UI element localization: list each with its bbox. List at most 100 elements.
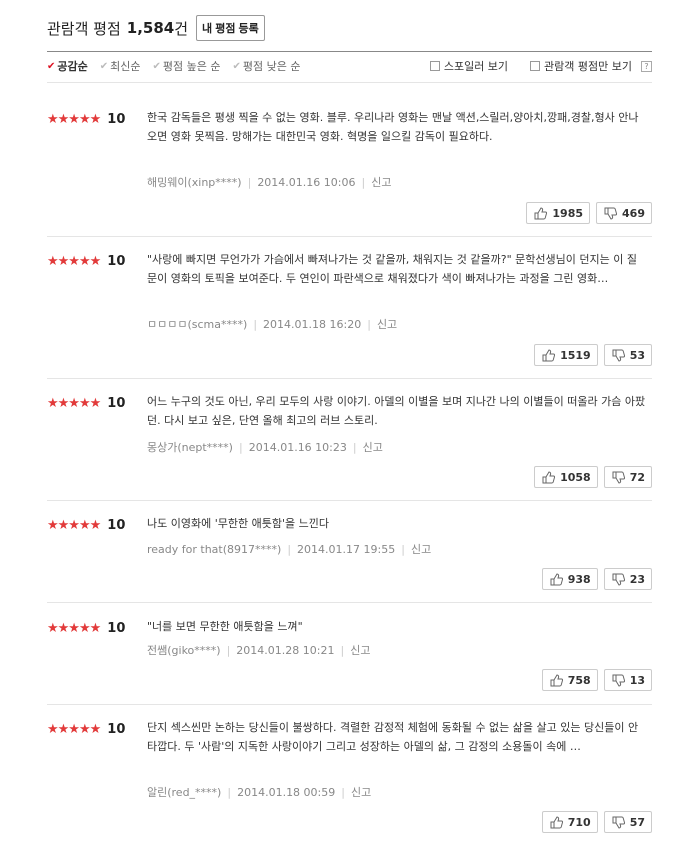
star-rating: ★★★★★ 10	[47, 722, 125, 737]
review-user[interactable]: 알린(red_****)	[147, 784, 221, 800]
vote-buttons: 938 23	[541, 568, 652, 590]
rating-title: 관람객 평점	[47, 19, 121, 38]
rating-score: 10	[107, 621, 126, 636]
review-meta: 해밍웨이(xinp****) | 2014.01.16 10:06 | 신고	[147, 174, 391, 190]
view-options: 스포일러 보기 관람객 평점만 보기 ?	[408, 58, 652, 74]
report-link[interactable]: 신고	[411, 541, 431, 557]
check-icon: ✔	[47, 60, 56, 72]
like-button[interactable]: 1985	[526, 202, 591, 224]
write-review-button[interactable]: 내 평점 등록	[196, 15, 265, 41]
dislike-count: 57	[629, 815, 645, 829]
dislike-count: 53	[629, 348, 645, 362]
meta-separator: |	[341, 785, 345, 799]
review-date: 2014.01.16 10:23	[248, 440, 347, 454]
star-rating: ★★★★★ 10	[47, 254, 125, 269]
option-label: 스포일러 보기	[443, 60, 509, 73]
sort-by-likes[interactable]: ✔ 공감순	[47, 58, 88, 74]
sort-by-rating-high[interactable]: ✔ 평점 높은 순	[153, 58, 221, 74]
review-user[interactable]: ㅁㅁㅁㅁ(scma****)	[147, 316, 247, 332]
like-count: 938	[567, 572, 591, 586]
option-label: 관람객 평점만 보기	[544, 60, 632, 73]
report-link[interactable]: 신고	[371, 174, 391, 190]
like-button[interactable]: 1058	[534, 466, 598, 488]
star-rating: ★★★★★ 10	[47, 112, 125, 127]
thumbs-down-icon	[612, 674, 625, 687]
sort-options: ✔ 공감순 ✔ 최신순 ✔ 평점 높은 순 ✔ 평점 낮은 순	[47, 58, 313, 74]
spoiler-checkbox[interactable]: 스포일러 보기	[429, 58, 509, 74]
rating-count-unit: 건	[174, 19, 189, 38]
like-count: 758	[567, 673, 591, 687]
rating-header: 관람객 평점 1,584 건 내 평점 등록	[47, 14, 265, 42]
dislike-count: 23	[629, 572, 645, 586]
like-button[interactable]: 1519	[534, 344, 598, 366]
sort-label: 평점 높은 순	[162, 60, 221, 73]
dislike-button[interactable]: 13	[603, 669, 652, 691]
thumbs-up-icon	[542, 470, 556, 483]
rating-score: 10	[107, 518, 126, 533]
review-divider	[47, 602, 652, 603]
meta-separator: |	[253, 317, 258, 331]
thumbs-up-icon	[534, 206, 548, 219]
thumbs-down-icon	[612, 816, 625, 829]
audience-only-checkbox[interactable]: 관람객 평점만 보기	[530, 58, 632, 74]
star-icon: ★★★★★	[47, 721, 101, 737]
check-icon: ✔	[232, 60, 241, 72]
review-user[interactable]: ready for that(8917****)	[147, 543, 281, 556]
rating-score: 10	[107, 396, 126, 411]
sort-by-rating-low[interactable]: ✔ 평점 낮은 순	[233, 58, 301, 74]
review-user[interactable]: 전쌤(giko****)	[147, 642, 221, 658]
checkbox-icon[interactable]	[530, 61, 541, 71]
vote-buttons: 1985 469	[526, 202, 652, 224]
review-meta: 알린(red_****) | 2014.01.18 00:59 | 신고	[147, 784, 371, 800]
review-date: 2014.01.17 19:55	[297, 542, 396, 556]
like-button[interactable]: 710	[541, 811, 598, 833]
star-icon: ★★★★★	[47, 517, 101, 533]
report-link[interactable]: 신고	[363, 439, 383, 455]
like-button[interactable]: 758	[541, 669, 598, 691]
check-icon: ✔	[99, 60, 109, 72]
meta-separator: |	[352, 440, 357, 454]
star-icon: ★★★★★	[47, 253, 101, 269]
star-icon: ★★★★★	[47, 111, 101, 127]
vote-buttons: 710 57	[541, 811, 652, 833]
review-divider	[47, 704, 652, 705]
thumbs-down-icon	[612, 573, 625, 586]
review-text: 한국 감독들은 평생 찍을 수 없는 영화. 블루. 우리나라 영화는 맨날 액…	[147, 111, 639, 143]
thumbs-down-icon	[612, 349, 625, 362]
dislike-button[interactable]: 72	[603, 466, 652, 488]
sort-label: 평점 낮은 순	[242, 60, 301, 73]
dislike-button[interactable]: 23	[603, 568, 652, 590]
star-icon: ★★★★★	[47, 620, 101, 636]
report-link[interactable]: 신고	[377, 316, 397, 332]
dislike-count: 469	[622, 206, 645, 220]
review-date: 2014.01.16 10:06	[257, 175, 356, 189]
review-text: 어느 누구의 것도 아닌, 우리 모두의 사랑 이야기. 아델의 이별을 보며 …	[147, 395, 646, 427]
sort-by-latest[interactable]: ✔ 최신순	[100, 58, 141, 74]
review-user[interactable]: 몽상가(nept****)	[147, 439, 233, 455]
like-count: 1058	[560, 470, 591, 484]
thumbs-down-icon	[612, 471, 625, 484]
meta-separator: |	[287, 542, 292, 556]
star-rating: ★★★★★ 10	[47, 396, 125, 411]
dislike-button[interactable]: 57	[603, 811, 652, 833]
thumbs-down-icon	[604, 207, 618, 220]
dislike-button[interactable]: 469	[596, 202, 652, 224]
dislike-count: 13	[629, 673, 645, 687]
like-button[interactable]: 938	[541, 568, 598, 590]
thumbs-up-icon	[550, 572, 563, 585]
thumbs-up-icon	[550, 815, 563, 828]
review-date: 2014.01.18 00:59	[237, 785, 336, 799]
report-link[interactable]: 신고	[351, 784, 371, 800]
rating-count: 1,584	[126, 19, 175, 37]
review-user[interactable]: 해밍웨이(xinp****)	[147, 174, 242, 190]
help-icon[interactable]: ?	[641, 60, 652, 72]
dislike-button[interactable]: 53	[603, 344, 652, 366]
review-meta: 전쌤(giko****) | 2014.01.28 10:21 | 신고	[147, 642, 370, 658]
review-meta: ㅁㅁㅁㅁ(scma****) | 2014.01.18 16:20 | 신고	[147, 316, 397, 332]
thumbs-up-icon	[550, 673, 563, 686]
like-count: 710	[567, 815, 591, 829]
checkbox-icon[interactable]	[429, 61, 440, 71]
sort-label: 최신순	[110, 60, 141, 73]
report-link[interactable]: 신고	[350, 642, 370, 658]
meta-separator: |	[367, 317, 371, 331]
